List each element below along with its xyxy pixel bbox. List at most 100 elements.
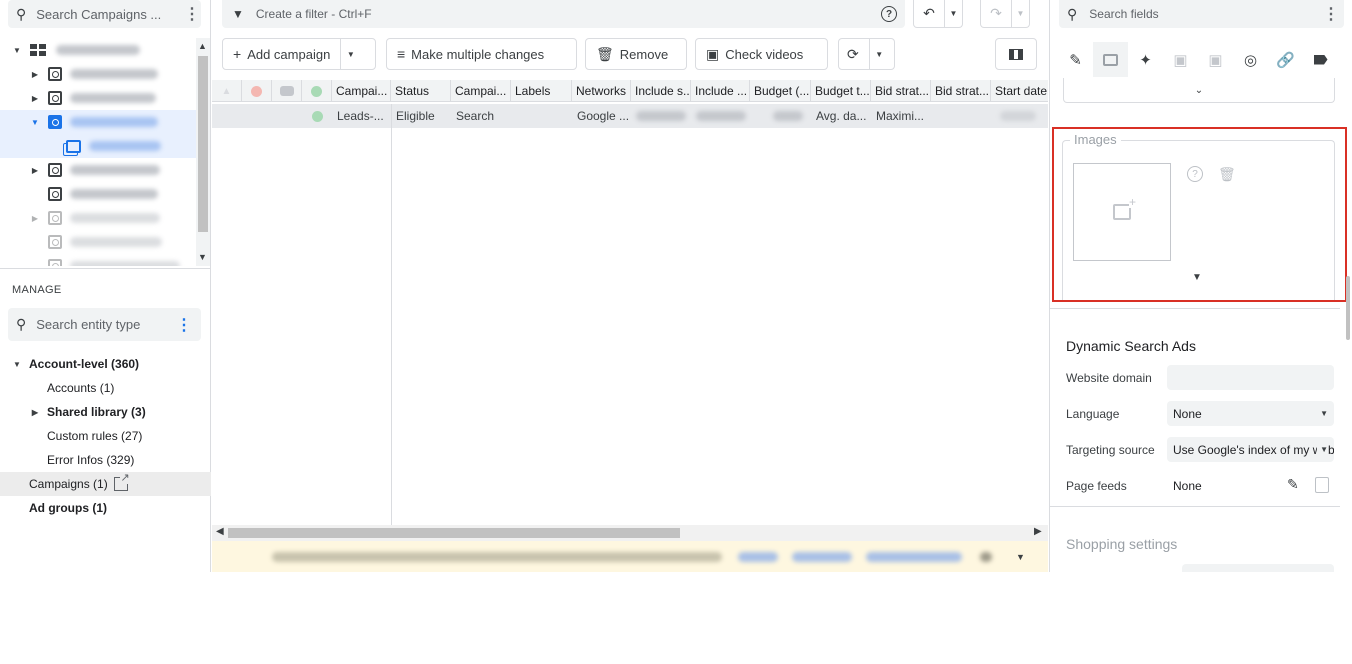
- panel-scrollbar-thumb[interactable]: [1346, 276, 1350, 340]
- manage-item-campaigns[interactable]: Campaigns (1): [0, 472, 211, 496]
- cell-include-display[interactable]: [691, 104, 750, 128]
- undo-icon[interactable]: ↶: [914, 0, 944, 28]
- ads-tab[interactable]: [1093, 42, 1128, 77]
- manage-item-account-level[interactable]: ▼ Account-level (360): [0, 352, 211, 376]
- col-header[interactable]: Campai...: [332, 80, 391, 102]
- col-header[interactable]: Start date: [991, 80, 1048, 102]
- caret-right-icon[interactable]: ▶: [29, 92, 41, 104]
- cell-bid-strategy[interactable]: Maximi...: [871, 104, 931, 128]
- campaign-search-box[interactable]: ⚲ Search Campaigns ... ⋮: [8, 0, 201, 28]
- field-search-box[interactable]: ⚲ Search fields ⋮: [1059, 0, 1344, 28]
- website-domain-field[interactable]: [1167, 365, 1334, 390]
- col-header[interactable]: Budget (...: [750, 80, 811, 102]
- caret-down-icon[interactable]: ▼: [11, 44, 23, 56]
- blurred-link[interactable]: [738, 551, 778, 562]
- manage-item-accounts[interactable]: Accounts (1): [0, 376, 211, 400]
- undo-dropdown-icon[interactable]: ▼: [944, 0, 962, 28]
- col-header[interactable]: Bid strat...: [931, 80, 991, 102]
- scroll-right-icon[interactable]: ▶: [1034, 526, 1042, 537]
- scroll-thumb[interactable]: [228, 528, 680, 538]
- remove-button[interactable]: 🗑 Remove: [585, 38, 687, 70]
- scroll-thumb[interactable]: [198, 56, 208, 232]
- col-header[interactable]: Budget t...: [811, 80, 871, 102]
- manage-item-ad-groups[interactable]: Ad groups (1): [0, 496, 211, 520]
- col-header[interactable]: Include s...: [631, 80, 691, 102]
- tree-row-campaign[interactable]: ▶: [0, 86, 196, 110]
- scroll-up-icon[interactable]: ▲: [198, 41, 207, 51]
- caret-right-icon[interactable]: ▶: [29, 68, 41, 80]
- targeting-tab[interactable]: ◎: [1233, 42, 1268, 77]
- edit-tab[interactable]: ✎: [1058, 42, 1093, 77]
- blurred-link[interactable]: [792, 551, 852, 562]
- manage-item-error-infos[interactable]: Error Infos (329): [0, 448, 211, 472]
- cell-start-date[interactable]: [991, 104, 1048, 128]
- chevron-down-icon[interactable]: ⌄: [1195, 85, 1203, 96]
- tree-scrollbar[interactable]: ▲ ▼: [196, 38, 210, 266]
- labels-tab[interactable]: [1303, 42, 1338, 77]
- more-vert-icon[interactable]: ⋮: [183, 5, 201, 23]
- cell-budget[interactable]: [750, 104, 811, 128]
- help-icon[interactable]: ?: [881, 6, 897, 22]
- pencil-icon[interactable]: ✎: [1287, 476, 1299, 493]
- cell-include-search[interactable]: [631, 104, 691, 128]
- col-header[interactable]: Campai...: [451, 80, 511, 102]
- blurred-icon[interactable]: [980, 551, 992, 562]
- replace-dropdown-icon[interactable]: ▼: [868, 39, 889, 69]
- links-tab[interactable]: 🔗: [1268, 42, 1303, 77]
- col-header[interactable]: Labels: [511, 80, 572, 102]
- campaign-search-input[interactable]: Search Campaigns ...: [36, 7, 183, 22]
- manage-item-custom-rules[interactable]: Custom rules (27): [0, 424, 211, 448]
- tree-row-campaign[interactable]: ▶: [0, 62, 196, 86]
- col-header[interactable]: Networks: [572, 80, 631, 102]
- collapsed-card[interactable]: ⌄: [1063, 78, 1335, 103]
- scroll-down-icon[interactable]: ▼: [198, 252, 207, 262]
- col-header[interactable]: Include ...: [691, 80, 750, 102]
- clipboard-icon[interactable]: [1315, 477, 1329, 493]
- tree-row-account[interactable]: ▼: [0, 38, 196, 62]
- col-comment[interactable]: [272, 80, 302, 102]
- open-in-new-icon[interactable]: [113, 472, 130, 491]
- cell-campaign[interactable]: Leads-...: [332, 104, 391, 128]
- tree-row-campaign[interactable]: ▶: [0, 158, 196, 182]
- table-row[interactable]: Leads-... Eligible Search Google ... Avg…: [212, 104, 1048, 128]
- redo-icon[interactable]: ↷: [981, 0, 1011, 28]
- columns-button[interactable]: [995, 38, 1037, 70]
- undo-button-group[interactable]: ↶ ▼: [913, 0, 963, 28]
- cell-campaign-type[interactable]: Search: [451, 104, 511, 128]
- caret-right-icon[interactable]: ▶: [29, 406, 41, 418]
- redo-button-group[interactable]: ↷ ▼: [980, 0, 1030, 28]
- tree-row-campaign[interactable]: [0, 254, 196, 266]
- language-select[interactable]: None ▼: [1167, 401, 1334, 426]
- magic-tab[interactable]: ✦: [1128, 42, 1163, 77]
- more-vert-icon[interactable]: ⋮: [175, 316, 193, 334]
- replace-button[interactable]: ⟳ ▼: [838, 38, 895, 70]
- caret-down-icon[interactable]: ▼: [29, 116, 41, 128]
- scroll-left-icon[interactable]: ◀: [216, 526, 224, 537]
- col-warning[interactable]: ▲: [212, 80, 242, 102]
- add-campaign-dropdown-icon[interactable]: ▼: [340, 39, 360, 69]
- cell-networks[interactable]: Google ...: [572, 104, 631, 128]
- caret-right-icon[interactable]: ▶: [29, 212, 41, 224]
- manage-item-shared-library[interactable]: ▶ Shared library (3): [0, 400, 211, 424]
- tree-row-campaign[interactable]: ▶: [0, 206, 196, 230]
- shopping-field[interactable]: [1182, 564, 1334, 572]
- filter-bar[interactable]: ▼ Create a filter - Ctrl+F ?: [222, 0, 905, 28]
- redo-dropdown-icon[interactable]: ▼: [1011, 0, 1029, 28]
- tree-row-adgroup-selected[interactable]: [0, 134, 196, 158]
- entity-search-input[interactable]: Search entity type: [36, 317, 175, 332]
- table-horizontal-scrollbar[interactable]: ◀ ▶: [212, 525, 1048, 541]
- col-error[interactable]: [242, 80, 272, 102]
- more-vert-icon[interactable]: ⋮: [1322, 5, 1340, 23]
- tree-row-campaign-selected[interactable]: ▼: [0, 110, 196, 134]
- filter-input[interactable]: Create a filter - Ctrl+F: [256, 7, 881, 21]
- make-multiple-changes-button[interactable]: ≡ Make multiple changes: [386, 38, 577, 70]
- add-campaign-button[interactable]: + Add campaign ▼: [222, 38, 376, 70]
- check-videos-button[interactable]: ▣ Check videos: [695, 38, 828, 70]
- tree-row-campaign[interactable]: [0, 182, 196, 206]
- field-search-input[interactable]: Search fields: [1089, 7, 1322, 21]
- caret-down-icon[interactable]: ▼: [11, 358, 23, 370]
- blurred-link[interactable]: [866, 551, 962, 562]
- caret-right-icon[interactable]: ▶: [29, 164, 41, 176]
- cell-budget-type[interactable]: Avg. da...: [811, 104, 871, 128]
- cell-labels[interactable]: [511, 104, 572, 128]
